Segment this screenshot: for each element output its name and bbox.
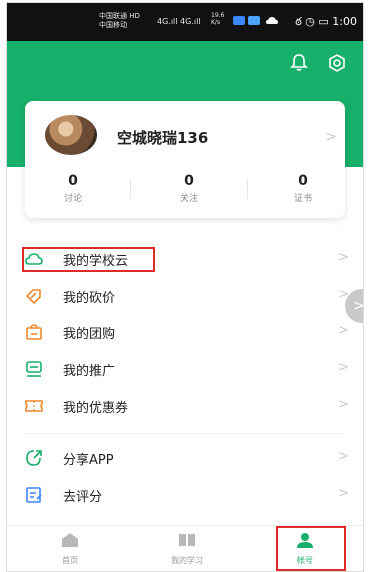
book-icon [179, 534, 195, 546]
cloud-notification-icon [266, 17, 279, 24]
signal-indicator: 4G.ıll 4G.ıll [157, 17, 201, 26]
coupon-icon [25, 400, 43, 412]
menu-item-label: 我的推广 [63, 364, 116, 379]
home-icon [62, 533, 78, 547]
rate-icon [26, 487, 42, 503]
nav-label: 我的学习 [171, 556, 203, 565]
nav-home[interactable]: 首页 [30, 532, 110, 566]
menu-item-label: 去评分 [63, 490, 103, 505]
share-icon [26, 450, 42, 466]
divider [247, 179, 248, 199]
stat-label: 讨论 [63, 194, 82, 204]
app-screen: 中国联通 HD 中国移动 4G.ıll 4G.ıll 19.6 K/s ఠ ◷ … [6, 2, 364, 572]
menu-item-label: 我的砍价 [63, 291, 116, 306]
speed-value: 19.6 [211, 12, 225, 19]
menu-item-label: 我的优惠券 [63, 401, 129, 416]
app-notification-icon [233, 16, 245, 25]
notification-icons [233, 16, 279, 28]
nav-label: 首页 [62, 556, 78, 565]
stat-certificates[interactable]: 0 证书 [263, 173, 343, 204]
divider [130, 179, 131, 199]
stat-following[interactable]: 0 关注 [149, 173, 229, 204]
chevron-right-icon: > [338, 323, 349, 338]
menu-item-rate[interactable]: 去评分 > [7, 477, 363, 514]
chevron-right-icon: > [338, 360, 349, 375]
tag-icon [25, 289, 41, 305]
network-speed: 19.6 K/s [211, 12, 224, 26]
menu-item-group-buy[interactable]: 我的团购 > [7, 314, 363, 351]
carrier-info: 中国联通 HD 中国移动 [99, 12, 140, 30]
settings-icon[interactable] [327, 53, 347, 73]
username: 空城晓瑞136 [117, 129, 209, 147]
stat-value: 0 [184, 173, 194, 189]
clock: 1:00 [332, 15, 357, 28]
stat-discussions[interactable]: 0 讨论 [33, 173, 113, 204]
chevron-right-icon: > [338, 449, 349, 464]
chevron-right-icon: > [338, 397, 349, 412]
stat-label: 关注 [179, 194, 198, 204]
menu-item-bargain[interactable]: 我的砍价 > [7, 278, 363, 315]
carrier-line-1: 中国联通 HD [99, 12, 140, 20]
system-icons: ఠ ◷ ▭ [295, 15, 329, 28]
stat-value: 0 [298, 173, 308, 189]
annotation-highlight-account-tab [276, 526, 346, 571]
speed-unit: K/s [211, 19, 221, 26]
section-divider [25, 433, 345, 434]
stat-label: 证书 [293, 194, 312, 204]
chevron-right-icon: > [338, 250, 349, 265]
menu-item-label: 我的团购 [63, 327, 116, 342]
menu-item-label: 分享APP [63, 453, 114, 468]
stat-value: 0 [68, 173, 78, 189]
chevron-right-icon: > [325, 129, 337, 145]
status-bar: 中国联通 HD 中国移动 4G.ıll 4G.ıll 19.6 K/s ఠ ◷ … [7, 3, 363, 41]
nav-my-study[interactable]: 我的学习 [147, 532, 227, 566]
annotation-highlight-school-cloud [22, 247, 155, 272]
bag-icon [26, 324, 42, 340]
status-right: ఠ ◷ ▭ 1:00 [295, 15, 357, 31]
menu-item-share-app[interactable]: 分享APP > [7, 440, 363, 477]
menu-item-promotion[interactable]: 我的推广 > [7, 351, 363, 388]
app-notification-icon [248, 16, 260, 25]
chevron-right-icon: > [338, 486, 349, 501]
carrier-line-2: 中国移动 [99, 21, 127, 29]
promotion-icon [26, 361, 42, 377]
bell-icon[interactable] [289, 53, 309, 73]
profile-card[interactable]: 空城晓瑞136 > 0 讨论 0 关注 0 证书 [25, 101, 345, 218]
menu-item-coupons[interactable]: 我的优惠券 > [7, 388, 363, 425]
avatar[interactable] [45, 115, 97, 155]
